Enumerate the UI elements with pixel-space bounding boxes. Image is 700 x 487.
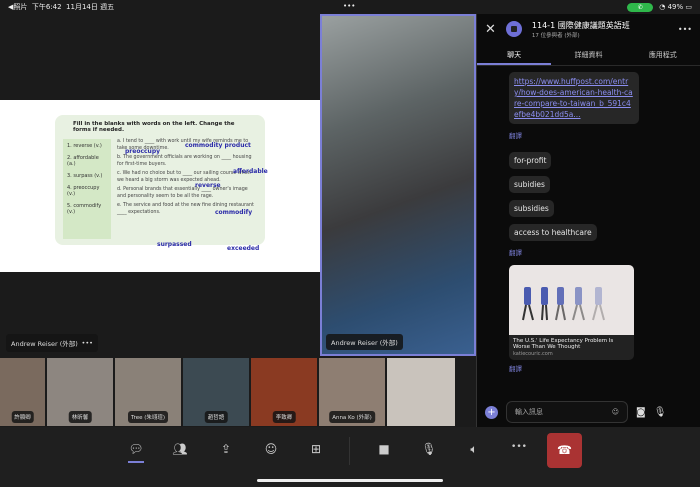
team-avatar [505,21,522,37]
message: for-profit [509,152,552,169]
walking-figures-icon [522,287,605,321]
multitask-dots[interactable]: ••• [343,2,355,10]
presenter-name: Andrew Reiser (外部) [11,340,78,348]
translate-link[interactable]: 翻譯 [509,247,700,257]
annotation: commodify [215,209,253,216]
camera-icon[interactable]: ◙ [636,407,646,418]
home-indicator[interactable] [257,479,443,482]
message-list: https://www.huffpost.com/entry/how-does-… [477,66,700,373]
annotation: surpassed [157,241,192,248]
link-preview-card[interactable]: The U.S.' Life Expectancy Problem Is Wor… [509,265,634,360]
mute-microphone-icon[interactable]: 🎙︎ [417,442,441,460]
slide-question: Fill in the blanks with words on the lef… [73,121,235,133]
annotation: reverse [195,182,221,189]
participant-name: 林昕馨 [68,411,92,423]
participant-name: 趙哲語 [204,411,228,423]
add-icon[interactable]: + [485,405,498,419]
participant-name: 李致卿 [272,411,296,423]
participant-tile[interactable]: Tree (朱翊瑄) [115,358,181,426]
close-icon[interactable]: ✕ [485,22,496,37]
annotation: affordable [233,168,268,175]
participant-strip: 許顥卿 林昕馨 Tree (朱翊瑄) 趙哲語 李致卿 Anna Ko (外部) [0,358,460,426]
chat-subtitle: 17 位參與者 (外部) [531,32,580,39]
divider [349,437,350,465]
participant-name: Anna Ko (外部) [329,411,375,423]
participant-tile[interactable] [387,358,455,426]
call-indicator[interactable]: ✆ [627,2,654,12]
share-screen-icon[interactable]: ⇪ [214,442,238,460]
translate-link[interactable]: 翻譯 [509,130,700,140]
message: access to healthcare [509,224,597,241]
apps-icon[interactable]: ⊞ [304,442,328,460]
spotlight-video[interactable]: Andrew Reiser (外部) [320,14,476,356]
sentence: d. Personal brands that essentially ____… [117,187,248,199]
annotation: commodity product [185,142,251,149]
date: 11月14日 週五 [66,3,115,11]
compose-bar: + 輸入訊息 ☺ ◙ 🎙︎ [477,397,700,427]
translate-link[interactable]: 翻譯 [509,363,700,373]
link-message[interactable]: https://www.huffpost.com/entry/how-does-… [509,72,639,124]
chat-title: 114-1 國際健康議題英語班 [531,20,630,30]
battery-level: 49% [667,3,684,11]
message: subidies [509,176,550,193]
emoji-icon[interactable]: ☺ [612,408,619,416]
camera-icon[interactable]: ■ [372,442,396,460]
call-controls: 💬︎ 👥︎ ⇪ ☺ ⊞ ■ 🎙︎ 🔈︎ ••• ☎ [0,427,700,487]
chat-header: ✕ 114-1 國際健康議題英語班 17 位參與者 (外部) ••• [477,14,700,44]
chat-panel: ✕ 114-1 國際健康議題英語班 17 位參與者 (外部) ••• 聊天 詳細資… [476,14,700,427]
participant-name: 許顥卿 [11,411,34,423]
time: 下午6:42 [31,3,62,11]
back-link[interactable]: ◀照片 [8,3,27,11]
more-icon[interactable]: ••• [81,339,93,347]
annotation: preoccupy [125,148,161,155]
card-source: katiecouric.com [513,351,553,357]
reactions-icon[interactable]: ☺ [259,442,283,460]
hang-up-button[interactable]: ☎ [547,433,582,468]
more-icon[interactable]: ••• [678,25,692,34]
word: 2. affordable (a.) [67,155,99,167]
word-list: 1. reverse (v.) 2. affordable (a.) 3. su… [63,139,111,239]
walking-figures-image [509,265,634,335]
presenter-label[interactable]: Andrew Reiser (外部) ••• [6,334,98,352]
participant-tile[interactable]: 林昕馨 [47,358,113,426]
annotation: exceeded [227,245,260,252]
chat-tabs: 聊天 詳細資料 應用程式 [477,44,700,66]
status-bar: ◀照片 下午6:42 11月14日 週五 ••• ✆ ◔ 49% ▭ [0,0,700,14]
sentence: b. The government officials are working … [117,155,252,167]
shared-screen: Fill in the blanks with words on the lef… [0,100,320,272]
word: 4. preoccupy (v.) [67,185,100,197]
card-title: The U.S.' Life Expectancy Problem Is Wor… [513,338,614,350]
participant-name: Tree (朱翊瑄) [128,411,168,423]
word: 5. commodify (v.) [67,203,102,215]
slide: Fill in the blanks with words on the lef… [55,115,268,252]
participant-tile[interactable]: 趙哲語 [183,358,249,426]
word: 3. surpass (v.) [67,173,103,179]
tab-apps[interactable]: 應用程式 [626,44,700,65]
message: subsidies [509,200,554,217]
message-input[interactable]: 輸入訊息 ☺ [506,401,628,423]
tab-chat[interactable]: 聊天 [477,44,552,65]
microphone-icon[interactable]: 🎙︎ [654,407,667,418]
more-options-icon[interactable]: ••• [507,442,531,460]
spotlight-name: Andrew Reiser (外部) [326,334,403,350]
participant-tile[interactable]: 李致卿 [251,358,317,426]
word: 1. reverse (v.) [67,143,102,149]
speaker-icon[interactable]: 🔈︎ [462,442,486,460]
tab-details[interactable]: 詳細資料 [551,44,625,65]
battery-icon: ▭ [683,3,692,11]
message-placeholder: 輸入訊息 [515,408,543,416]
chat-icon[interactable]: 💬︎ [124,442,148,463]
participants-icon[interactable]: 👥︎ [168,442,192,460]
participant-tile[interactable]: Anna Ko (外部) [319,358,385,426]
wifi-icon: ◔ [659,3,668,11]
participant-tile[interactable]: 許顥卿 [0,358,45,426]
